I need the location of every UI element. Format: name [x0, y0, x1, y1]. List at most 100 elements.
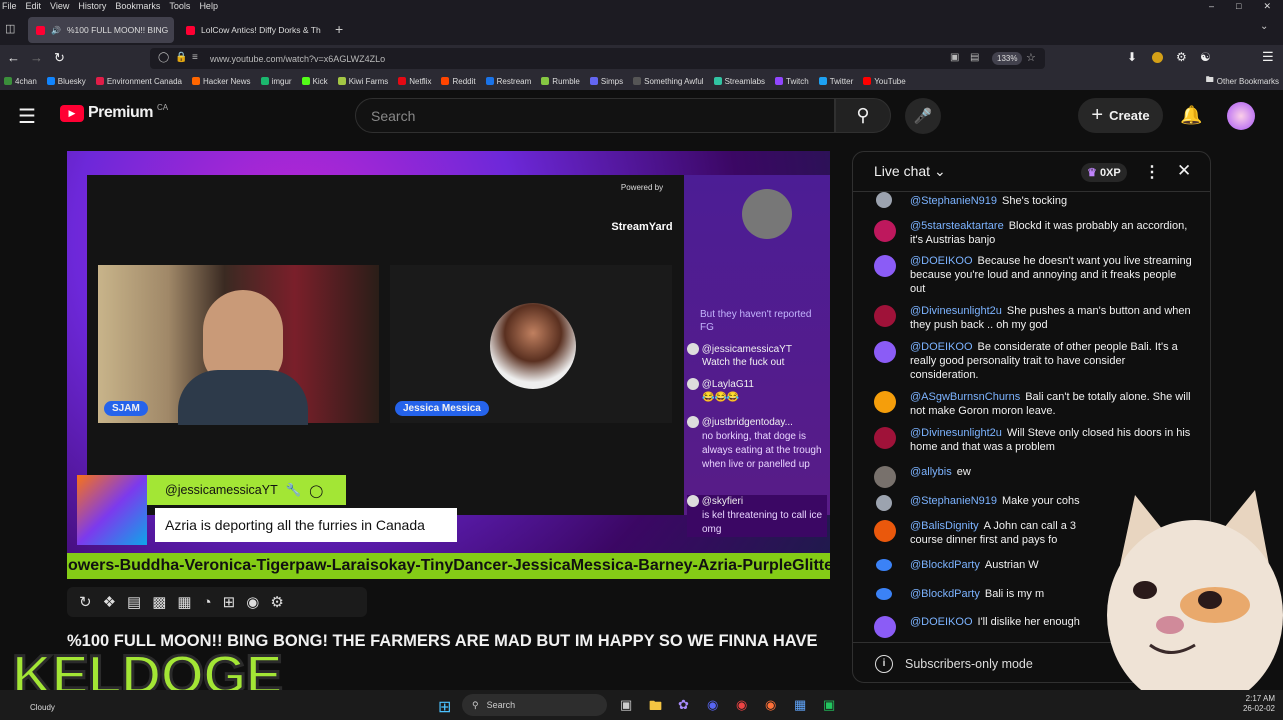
- chat-avatar: [876, 559, 892, 571]
- youtube-logo[interactable]: ▶ Premium CA: [60, 103, 168, 122]
- other-bookmarks[interactable]: 🖿 Other Bookmarks: [1206, 74, 1283, 88]
- app-icon[interactable]: ▦: [794, 697, 806, 713]
- bookmark-something-awful[interactable]: Something Awful: [633, 77, 704, 86]
- minimize-icon[interactable]: –: [1209, 1, 1214, 12]
- firefox-icon[interactable]: ◉: [765, 697, 776, 713]
- download-icon[interactable]: ⬇: [1127, 50, 1137, 64]
- settings-gear-icon[interactable]: ⚙: [270, 593, 283, 611]
- clapper-icon[interactable]: ▩: [152, 593, 166, 611]
- permissions-icon[interactable]: ≡: [192, 52, 198, 63]
- reader-icon[interactable]: ▤: [970, 52, 979, 63]
- create-button[interactable]: + Create: [1078, 98, 1163, 133]
- picture-in-picture-icon[interactable]: ▣: [950, 52, 959, 63]
- audio-wave-icon[interactable]: ❖: [103, 593, 116, 611]
- bookmark-kiwi-farms[interactable]: Kiwi Farms: [337, 77, 388, 86]
- bookmark-hacker-news[interactable]: Hacker News: [191, 77, 251, 86]
- bookmark-restream[interactable]: Restream: [485, 77, 531, 86]
- reload-icon[interactable]: ↻: [54, 50, 65, 66]
- file-explorer-icon[interactable]: 🖿: [649, 697, 662, 719]
- chat-author[interactable]: @StephanieN919: [910, 195, 997, 207]
- back-icon[interactable]: ←: [7, 50, 20, 65]
- add-frame-icon[interactable]: ⊞: [223, 593, 236, 611]
- maximize-icon[interactable]: □: [1236, 1, 1241, 12]
- chat-author[interactable]: @DOEIKOO: [910, 616, 973, 628]
- bookmark-reddit[interactable]: Reddit: [441, 77, 476, 86]
- speed-icon[interactable]: ▤: [127, 593, 141, 611]
- chat-author[interactable]: @DOEIKOO: [910, 255, 973, 267]
- app-icon[interactable]: ▣: [823, 697, 835, 713]
- bookmark-kick[interactable]: Kick: [301, 77, 328, 86]
- bookmark-twitch[interactable]: Twitch: [775, 77, 809, 86]
- lock-icon[interactable]: 🔒: [175, 52, 187, 63]
- url-bar[interactable]: ◯ 🔒 ≡ www.youtube.com/watch?v=x6AGLWZ4ZL…: [150, 48, 1045, 69]
- discord-icon[interactable]: ◉: [707, 697, 718, 713]
- bookmark-youtube[interactable]: YouTube: [863, 77, 906, 86]
- menu-view[interactable]: View: [50, 1, 69, 11]
- tab-lolcow[interactable]: LolCow Antics! Diffy Dorks & Th ✕: [178, 17, 326, 43]
- menu-edit[interactable]: Edit: [26, 1, 42, 11]
- video-player[interactable]: Powered by StreamYard SJAM Jessica Messi…: [67, 151, 830, 579]
- live-chat-mode-dropdown[interactable]: Live chat ⌄: [874, 163, 946, 180]
- chat-author[interactable]: @Divinesunlight2u: [910, 427, 1002, 439]
- new-tab-icon[interactable]: +: [335, 21, 343, 37]
- info-icon[interactable]: i: [875, 654, 893, 673]
- xp-badge[interactable]: ♛ 0XP: [1081, 163, 1127, 182]
- bookmark-imgur[interactable]: imgur: [260, 77, 292, 86]
- menu-bookmarks[interactable]: Bookmarks: [115, 1, 160, 11]
- loop-icon[interactable]: ↻: [79, 593, 92, 611]
- close-window-icon[interactable]: ✕: [1263, 1, 1271, 12]
- taskbar-search[interactable]: ⚲ Search: [462, 694, 607, 716]
- crown-icon: ♛: [1087, 167, 1097, 179]
- chat-author[interactable]: @BlockdParty: [910, 588, 980, 600]
- screenshot-icon[interactable]: ◉: [246, 593, 259, 611]
- menu-tools[interactable]: Tools: [169, 1, 190, 11]
- bookmark-bluesky[interactable]: Bluesky: [46, 77, 86, 86]
- tab-list-icon[interactable]: ◫: [5, 22, 15, 35]
- menu-history[interactable]: History: [78, 1, 106, 11]
- zoom-level[interactable]: 133%: [992, 52, 1023, 65]
- shield-icon[interactable]: ◯: [158, 52, 169, 63]
- notifications-bell-icon[interactable]: 🔔: [1180, 105, 1202, 126]
- bookmark-simps[interactable]: Simps: [589, 77, 623, 86]
- extensions-icon[interactable]: ⚙: [1176, 50, 1187, 64]
- close-chat-icon[interactable]: ✕: [1177, 161, 1191, 181]
- system-clock[interactable]: 2:17 AM 26-02-02: [1230, 694, 1275, 714]
- search-button[interactable]: ⚲: [835, 98, 891, 133]
- more-options-icon[interactable]: ⋮: [1144, 162, 1160, 182]
- chat-author[interactable]: @DOEIKOO: [910, 341, 973, 353]
- bookmark-streamlabs[interactable]: Streamlabs: [713, 77, 765, 86]
- profile-icon[interactable]: [1152, 52, 1163, 63]
- hamburger-menu-icon[interactable]: ☰: [1262, 49, 1274, 65]
- tab-youtube-live[interactable]: 🔊 %100 FULL MOON!! BING ✕: [28, 17, 174, 43]
- chat-author[interactable]: @allybis: [910, 466, 952, 478]
- menu-help[interactable]: Help: [199, 1, 218, 11]
- chat-author[interactable]: @ASgwBurnsnChurns: [910, 391, 1020, 403]
- copilot-icon[interactable]: ✿: [678, 697, 689, 713]
- bookmark-netflix[interactable]: Netflix: [398, 77, 431, 86]
- chat-author[interactable]: @5starsteaktartare: [910, 220, 1004, 232]
- speaker-icon[interactable]: 🔊: [51, 26, 61, 35]
- windows-start-icon[interactable]: ⊞: [438, 697, 451, 717]
- weather-widget[interactable]: Cloudy: [30, 703, 55, 712]
- bookmark-4chan[interactable]: 4chan: [4, 77, 37, 86]
- chat-author[interactable]: @Divinesunlight2u: [910, 305, 1002, 317]
- picture-icon[interactable]: ▦: [177, 593, 191, 611]
- star-icon[interactable]: ☆: [1026, 51, 1036, 64]
- menu-file[interactable]: File: [2, 1, 17, 11]
- avatar[interactable]: [1227, 102, 1255, 130]
- bookmark-environment-canada[interactable]: Environment Canada: [95, 77, 182, 86]
- chat-author[interactable]: @StephanieN919: [910, 495, 997, 507]
- search-input[interactable]: Search: [355, 98, 835, 133]
- chat-author[interactable]: @BlockdParty: [910, 559, 980, 571]
- task-view-icon[interactable]: ▣: [620, 697, 632, 713]
- bookmark-twitter[interactable]: Twitter: [818, 77, 853, 86]
- chat-author[interactable]: @BalisDignity: [910, 520, 979, 532]
- sync-icon[interactable]: ☯: [1200, 50, 1211, 64]
- bookmark-rumble[interactable]: Rumble: [541, 77, 580, 86]
- voice-search-button[interactable]: 🎤: [905, 98, 941, 134]
- guide-menu-icon[interactable]: ☰: [18, 104, 36, 129]
- app-icon[interactable]: ◉: [736, 697, 747, 713]
- gauge-icon[interactable]: ◔: [203, 594, 212, 611]
- chevron-down-icon[interactable]: ⌄: [1260, 21, 1268, 32]
- forward-icon[interactable]: →: [30, 50, 43, 65]
